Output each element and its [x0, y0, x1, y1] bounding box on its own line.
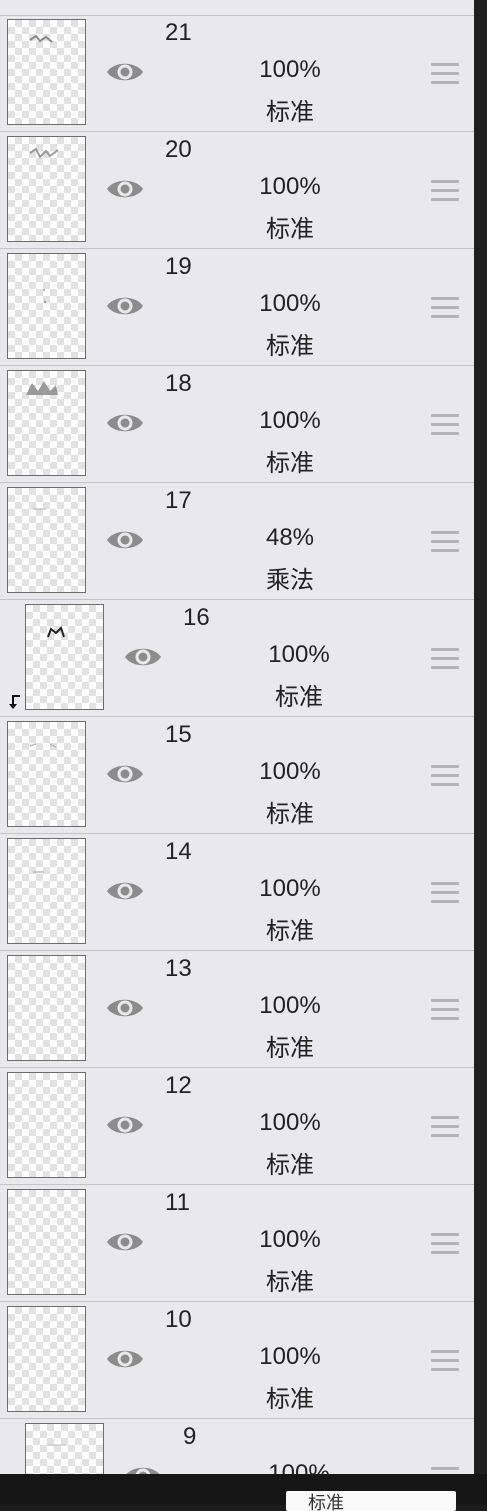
layer-blend-mode: 标准 — [266, 1269, 314, 1296]
drag-handle-icon[interactable] — [431, 180, 459, 202]
layer-opacity: 100% — [259, 173, 321, 200]
layer-row[interactable]: 17 48% 乘法 — [0, 484, 474, 600]
layer-opacity: 100% — [259, 758, 321, 785]
blend-mode-dropdown[interactable]: 标准 — [286, 1491, 456, 1511]
layer-number: 12 — [165, 1072, 192, 1099]
drag-handle-icon[interactable] — [431, 414, 459, 436]
layer-thumbnail[interactable] — [7, 136, 86, 242]
drag-handle-icon[interactable] — [431, 1467, 459, 1474]
layer-opacity: 100% — [268, 641, 330, 668]
layer-blend-mode: 标准 — [266, 216, 314, 243]
layer-blend-mode: 标准 — [266, 801, 314, 828]
layers-panel: 21 100% 标准 20 100% 标准 19 100% 标准 18 100% 标准 17 48% 乘法 1… — [0, 0, 474, 1474]
layer-thumbnail[interactable] — [7, 955, 86, 1061]
layer-thumbnail[interactable] — [7, 1072, 86, 1178]
drag-handle-icon[interactable] — [431, 297, 459, 319]
eye-icon[interactable] — [105, 994, 145, 1022]
eye-icon[interactable] — [105, 1111, 145, 1139]
drag-handle-icon[interactable] — [431, 531, 459, 553]
drag-handle-icon[interactable] — [431, 63, 459, 85]
layer-row[interactable]: 19 100% 标准 — [0, 250, 474, 366]
layer-number: 11 — [165, 1189, 190, 1216]
layer-blend-mode: 标准 — [266, 333, 314, 360]
layer-thumbnail[interactable] — [7, 838, 86, 944]
eye-icon[interactable] — [105, 877, 145, 905]
drag-handle-icon[interactable] — [431, 999, 459, 1021]
layer-row[interactable]: 21 100% 标准 — [0, 16, 474, 132]
blend-mode-dropdown-value: 标准 — [308, 1493, 344, 1511]
layer-thumbnail[interactable] — [7, 1306, 86, 1412]
clipping-arrow-icon — [9, 695, 20, 709]
layer-blend-mode: 标准 — [266, 99, 314, 126]
layer-blend-mode: 乘法 — [266, 567, 314, 594]
layer-row[interactable]: 14 100% 标准 — [0, 835, 474, 951]
eye-icon[interactable] — [105, 1228, 145, 1256]
drag-handle-icon[interactable] — [431, 1350, 459, 1372]
layer-opacity: 100% — [259, 56, 321, 83]
drag-handle-icon[interactable] — [431, 648, 459, 670]
layer-thumbnail[interactable] — [7, 487, 86, 593]
layer-row[interactable]: 18 100% 标准 — [0, 367, 474, 483]
eye-icon[interactable] — [123, 643, 163, 671]
layer-opacity: 100% — [259, 992, 321, 1019]
layer-number: 13 — [165, 955, 192, 982]
layer-row-partial[interactable] — [0, 0, 474, 16]
layer-row[interactable]: 13 100% 标准 — [0, 952, 474, 1068]
layer-blend-mode: 标准 — [275, 684, 323, 711]
layer-number: 21 — [165, 19, 192, 46]
layer-number: 14 — [165, 838, 192, 865]
layer-row[interactable]: 12 100% 标准 — [0, 1069, 474, 1185]
layer-thumbnail[interactable] — [7, 721, 86, 827]
layer-row[interactable]: 10 100% 标准 — [0, 1303, 474, 1419]
scroll-edge — [474, 0, 487, 1474]
layer-blend-mode: 标准 — [266, 1035, 314, 1062]
eye-icon[interactable] — [123, 1462, 163, 1474]
layer-thumbnail[interactable] — [25, 1423, 104, 1474]
layer-opacity: 100% — [259, 1109, 321, 1136]
layer-row[interactable]: 15 100% 标准 — [0, 718, 474, 834]
eye-icon[interactable] — [105, 526, 145, 554]
layer-number: 15 — [165, 721, 192, 748]
layer-row[interactable]: 16 100% 标准 — [0, 601, 474, 717]
layer-number: 18 — [165, 370, 192, 397]
layer-blend-mode: 标准 — [266, 1386, 314, 1413]
layer-thumbnail[interactable] — [7, 370, 86, 476]
layer-opacity: 100% — [259, 875, 321, 902]
layer-number: 19 — [165, 253, 192, 280]
layer-thumbnail[interactable] — [25, 604, 104, 710]
drag-handle-icon[interactable] — [431, 765, 459, 787]
layer-blend-mode: 标准 — [266, 450, 314, 477]
layer-row[interactable]: 11 100% 标准 — [0, 1186, 474, 1302]
layer-opacity: 48% — [265, 524, 315, 551]
eye-icon[interactable] — [105, 292, 145, 320]
layer-number: 17 — [165, 487, 192, 514]
drag-handle-icon[interactable] — [431, 1116, 459, 1138]
drag-handle-icon[interactable] — [431, 882, 459, 904]
layer-thumbnail[interactable] — [7, 19, 86, 125]
layer-number: 16 — [183, 604, 210, 631]
layer-row[interactable]: 9 100% — [0, 1420, 474, 1474]
layer-opacity: 100% — [259, 407, 321, 434]
layer-opacity: 100% — [259, 1343, 321, 1370]
layer-opacity: 100% — [259, 290, 321, 317]
layer-number: 9 — [183, 1423, 197, 1450]
layer-thumbnail[interactable] — [7, 1189, 86, 1295]
layer-blend-mode: 标准 — [266, 918, 314, 945]
layer-number: 20 — [165, 136, 192, 163]
eye-icon[interactable] — [105, 760, 145, 788]
drag-handle-icon[interactable] — [431, 1233, 459, 1255]
eye-icon[interactable] — [105, 58, 145, 86]
eye-icon[interactable] — [105, 175, 145, 203]
layer-thumbnail[interactable] — [7, 253, 86, 359]
layer-opacity: 100% — [268, 1460, 330, 1474]
layer-blend-mode: 标准 — [266, 1152, 314, 1179]
eye-icon[interactable] — [105, 1345, 145, 1373]
layer-row[interactable]: 20 100% 标准 — [0, 133, 474, 249]
layer-opacity: 100% — [259, 1226, 321, 1253]
eye-icon[interactable] — [105, 409, 145, 437]
layer-number: 10 — [165, 1306, 192, 1333]
